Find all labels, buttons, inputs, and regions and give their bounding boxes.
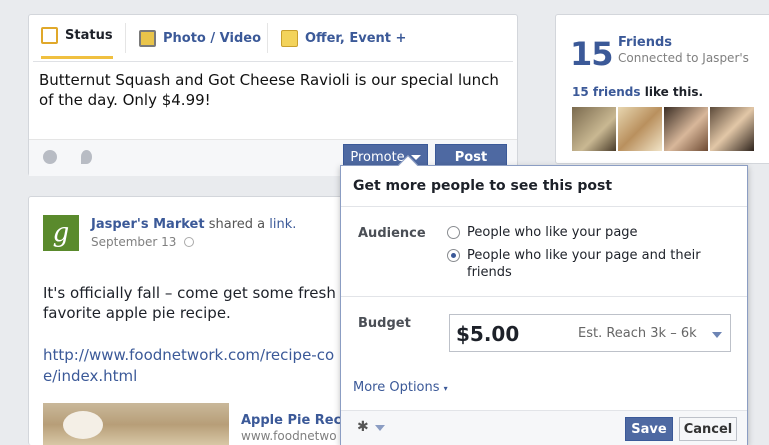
- estimated-reach: Est. Reach 3k – 6k: [578, 326, 697, 341]
- friends-like-link[interactable]: 15 friends: [572, 85, 641, 99]
- photo-icon: [139, 29, 156, 47]
- friends-like-text: like this.: [640, 85, 704, 99]
- promote-button-label: Promote: [350, 150, 405, 165]
- page-name-link[interactable]: Jasper's Market: [91, 217, 205, 232]
- post-url-link[interactable]: http://www.foodnetwork.com/recipe-co pie…: [43, 345, 353, 387]
- audience-option-friends[interactable]: People who like your page and their frie…: [467, 247, 717, 281]
- chevron-down-icon: ▾: [443, 384, 448, 393]
- budget-label: Budget: [358, 316, 411, 331]
- tab-photo-video[interactable]: Photo / Video: [139, 15, 261, 61]
- status-icon: [41, 27, 58, 44]
- divider: [341, 296, 747, 297]
- tab-status-label: Status: [65, 28, 113, 43]
- status-textarea[interactable]: Butternut Squash and Got Cheese Ravioli …: [33, 61, 513, 145]
- divider: [341, 206, 747, 207]
- more-options-label: More Options: [353, 380, 440, 395]
- audience-label: Audience: [358, 226, 426, 241]
- feed-post: g Jasper's Market shared a link. Septemb…: [28, 196, 358, 445]
- budget-select[interactable]: $5.00 Est. Reach 3k – 6k: [449, 314, 731, 352]
- page-logo[interactable]: g: [43, 215, 79, 251]
- audience-radio-page[interactable]: [447, 226, 460, 239]
- link-word[interactable]: link.: [269, 217, 296, 232]
- tab-divider: [125, 23, 126, 53]
- friend-photo[interactable]: [618, 107, 662, 151]
- link-thumbnail[interactable]: [43, 403, 229, 445]
- schedule-icon[interactable]: [43, 150, 57, 164]
- tab-offer-label: Offer, Event +: [305, 30, 407, 46]
- offer-icon: [281, 29, 298, 47]
- friends-link[interactable]: Friends: [618, 35, 672, 50]
- link-domain: www.foodnetwo: [241, 429, 337, 443]
- cancel-button[interactable]: Cancel: [679, 417, 737, 441]
- promote-popup: Get more people to see this post Audienc…: [340, 155, 748, 445]
- post-action-text: shared a: [204, 217, 270, 232]
- budget-amount: $5.00: [456, 322, 520, 346]
- friends-like-line: 15 friends like this.: [572, 85, 703, 99]
- chevron-down-icon[interactable]: [375, 425, 385, 431]
- friend-photo[interactable]: [710, 107, 754, 151]
- tab-divider: [267, 23, 268, 53]
- friend-photo[interactable]: [664, 107, 708, 151]
- audience-radio-friends[interactable]: [447, 249, 460, 262]
- post-header: Jasper's Market shared a link.: [91, 217, 296, 232]
- post-date[interactable]: September 13: [91, 235, 195, 249]
- friends-card: 15 Friends Connected to Jasper's 15 frie…: [555, 14, 769, 164]
- popup-footer: ✱ Save Cancel: [341, 410, 747, 445]
- audience-option-page[interactable]: People who like your page: [467, 224, 737, 241]
- friends-count: 15: [570, 35, 614, 73]
- popup-title: Get more people to see this post: [353, 178, 613, 194]
- chevron-down-icon: [712, 332, 722, 338]
- save-button[interactable]: Save: [625, 417, 673, 441]
- gear-icon[interactable]: ✱: [357, 419, 369, 435]
- tab-offer-event[interactable]: Offer, Event +: [281, 15, 406, 61]
- location-pin-icon[interactable]: [81, 150, 92, 164]
- link-title[interactable]: Apple Pie Reci: [241, 413, 346, 428]
- friends-subtitle: Connected to Jasper's: [618, 51, 749, 65]
- post-body: It's officially fall – come get some fre…: [43, 284, 336, 322]
- status-composer: Status Photo / Video Offer, Event + Butt…: [28, 14, 518, 176]
- post-date-text: September 13: [91, 235, 177, 249]
- globe-icon: [184, 237, 195, 247]
- friend-photo[interactable]: [572, 107, 616, 151]
- tab-photo-label: Photo / Video: [163, 30, 262, 46]
- tab-status[interactable]: Status: [41, 15, 113, 59]
- more-options-link[interactable]: More Options ▾: [353, 380, 448, 395]
